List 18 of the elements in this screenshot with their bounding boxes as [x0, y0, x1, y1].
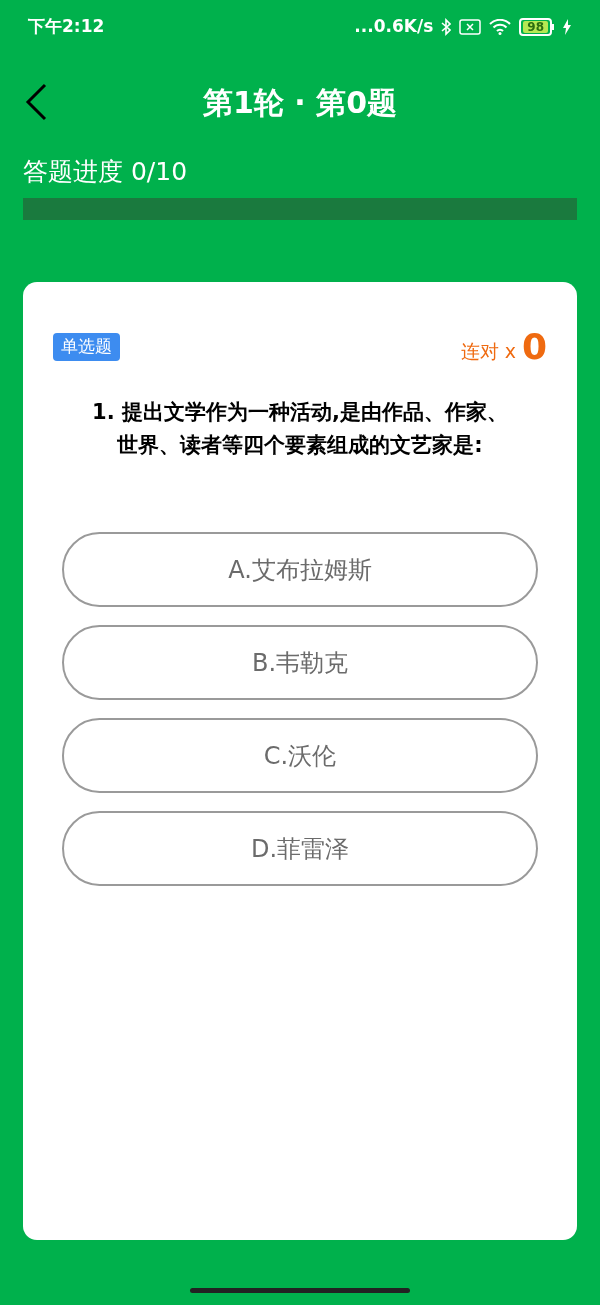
charging-icon — [562, 19, 572, 35]
battery-icon: 98 — [519, 18, 554, 36]
question-text: 1. 提出文学作为一种活动,是由作品、作家、世界、读者等四个要素组成的文艺家是: — [91, 399, 509, 459]
question-type-tag: 单选题 — [53, 333, 120, 361]
progress-label: 答题进度 0/10 — [23, 156, 189, 188]
answer-option[interactable]: C.沃伦 — [62, 718, 538, 793]
answer-option[interactable]: B.韦勒克 — [62, 625, 538, 700]
streak-count: 0 — [521, 328, 547, 366]
wifi-icon — [489, 19, 512, 35]
status-time: 下午2:12 — [28, 15, 105, 39]
sim-icon — [459, 19, 482, 35]
answer-option[interactable]: D.菲雷泽 — [62, 811, 538, 886]
page-title: 第1轮 · 第0题 — [202, 83, 397, 122]
bluetooth-icon — [441, 18, 452, 36]
network-speed: ...0.6K/s — [354, 15, 434, 39]
streak-label: 连对 x — [460, 339, 516, 364]
back-icon — [25, 83, 47, 121]
answer-option[interactable]: A.艾布拉姆斯 — [62, 532, 538, 607]
